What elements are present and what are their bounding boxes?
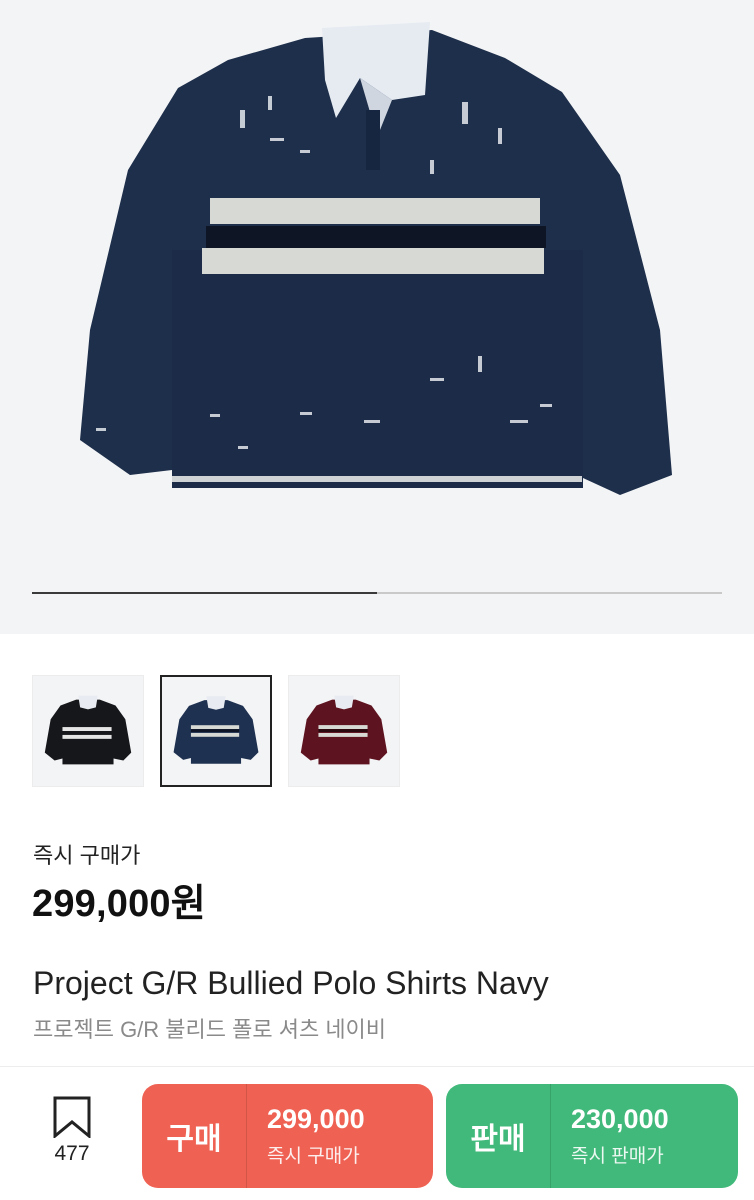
buy-button-label: 구매 [166, 1123, 222, 1156]
gallery-progress-fill [32, 592, 377, 594]
variant-thumbnails [32, 675, 400, 787]
thumbnail-black[interactable] [32, 675, 144, 787]
sell-button-amount: 230,000 [571, 1104, 669, 1134]
buy-button-note: 즉시 구매가 [267, 1146, 360, 1167]
bookmark-count: 477 [54, 1142, 90, 1165]
product-image-gallery[interactable] [0, 0, 754, 634]
buy-button-amount: 299,000 [267, 1104, 365, 1134]
sell-button[interactable]: 판매 230,000 즉시 판매가 [446, 1084, 738, 1188]
product-image [80, 22, 672, 495]
product-title: Project G/R Bullied Polo Shirts Navy [33, 965, 549, 1001]
thumbnail-navy[interactable] [160, 675, 272, 787]
sell-button-label: 판매 [470, 1123, 526, 1156]
sell-button-info: 230,000 즉시 판매가 [551, 1104, 669, 1168]
thumbnail-navy-image [173, 696, 259, 764]
buy-button-info: 299,000 즉시 구매가 [247, 1104, 365, 1168]
bookmark-button[interactable]: 477 [42, 1096, 102, 1176]
instant-buy-price: 299,000원 [32, 883, 206, 925]
sell-button-note: 즉시 판매가 [571, 1146, 664, 1167]
thumbnail-black-image [44, 695, 132, 765]
gallery-progress-bar [32, 592, 722, 594]
product-subtitle: 프로젝트 G/R 불리드 폴로 셔츠 네이비 [33, 1017, 387, 1042]
bottom-bar-divider [0, 1066, 754, 1067]
buy-button[interactable]: 구매 299,000 즉시 구매가 [142, 1084, 433, 1188]
thumbnail-burgundy-image [300, 695, 388, 765]
instant-buy-price-label: 즉시 구매가 [33, 843, 141, 868]
bookmark-icon [53, 1096, 91, 1138]
thumbnail-burgundy[interactable] [288, 675, 400, 787]
